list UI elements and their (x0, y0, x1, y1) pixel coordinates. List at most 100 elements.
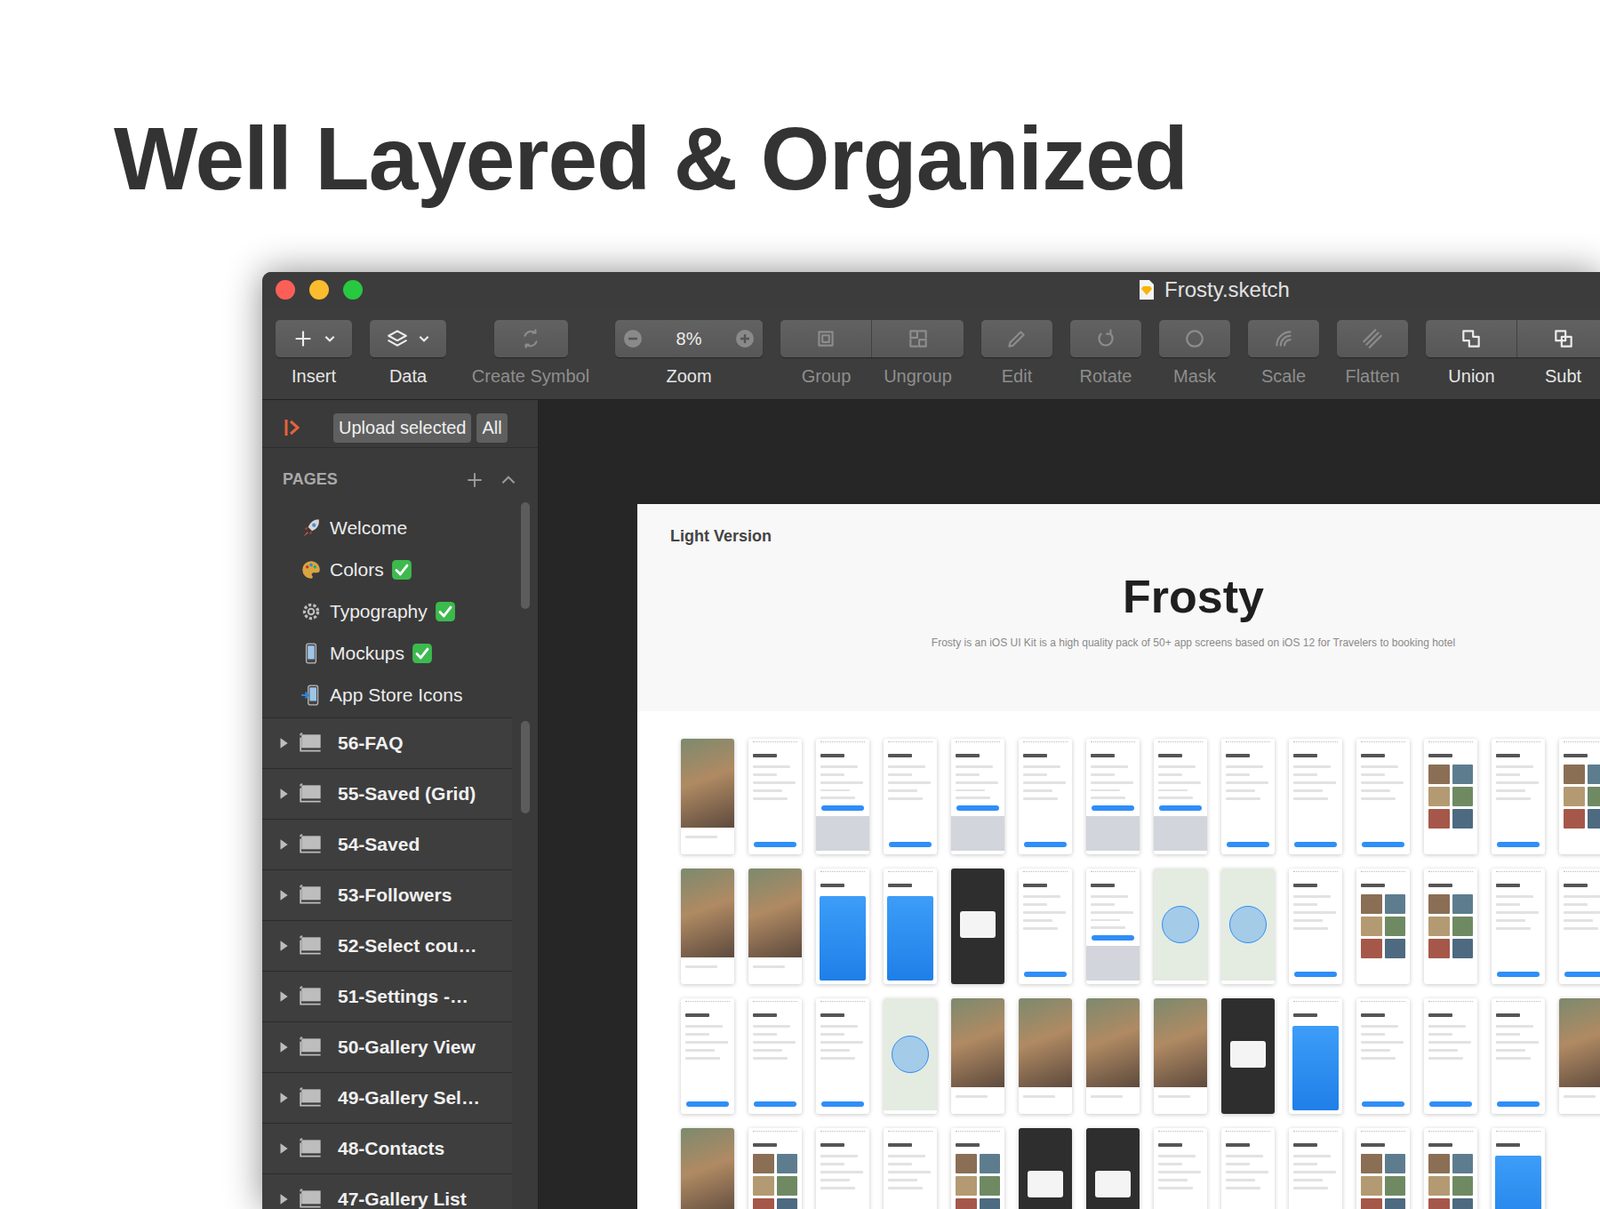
screen-thumbnail[interactable] (1086, 1128, 1140, 1209)
close-button[interactable] (275, 280, 296, 300)
screen-thumbnail[interactable] (1018, 738, 1072, 855)
screen-thumbnail[interactable] (1153, 738, 1208, 855)
layers-scrollbar[interactable] (512, 717, 538, 1209)
disclosure-triangle-icon[interactable] (277, 736, 290, 750)
disclosure-triangle-icon[interactable] (277, 990, 290, 1003)
screen-thumbnail[interactable] (1356, 998, 1410, 1114)
layer-row[interactable]: 51-Settings -… (262, 971, 512, 1023)
screen-thumbnail[interactable] (1491, 998, 1545, 1114)
toolbar-button[interactable] (1425, 320, 1518, 358)
toolbar-button[interactable] (369, 320, 447, 358)
toolbar-item[interactable]: Flatten (1336, 320, 1408, 387)
screen-thumbnail[interactable] (816, 868, 870, 984)
toolbar-button[interactable] (275, 320, 352, 358)
disclosure-triangle-icon[interactable] (277, 787, 290, 800)
plugin-button[interactable]: Upload selected (333, 413, 472, 443)
screen-thumbnail[interactable] (883, 738, 937, 855)
screen-thumbnail[interactable] (1356, 1128, 1410, 1209)
screen-thumbnail[interactable] (1086, 998, 1140, 1114)
screen-thumbnail[interactable] (1424, 868, 1478, 984)
screen-thumbnail[interactable] (1288, 998, 1343, 1114)
screen-thumbnail[interactable] (1221, 738, 1275, 855)
disclosure-triangle-icon[interactable] (277, 939, 290, 952)
screen-thumbnail[interactable] (1221, 998, 1275, 1114)
screen-thumbnail[interactable] (951, 738, 1005, 855)
screen-thumbnail[interactable] (1288, 868, 1343, 984)
toolbar-button[interactable] (1517, 320, 1600, 358)
toolbar-item[interactable]: Scale (1248, 320, 1320, 387)
page-item[interactable]: Welcome (262, 506, 512, 549)
zoom-button[interactable] (343, 280, 363, 300)
screen-thumbnail[interactable] (1086, 868, 1140, 984)
zoom-out-icon[interactable] (622, 328, 644, 350)
artboard[interactable]: Light VersionFrostyFrosty is an iOS UI K… (637, 504, 1600, 1209)
layer-row[interactable]: 47-Gallery List (262, 1174, 512, 1209)
screen-thumbnail[interactable] (1356, 738, 1410, 855)
zoom-in-icon[interactable] (734, 328, 756, 350)
layer-row[interactable]: 56-FAQ (262, 718, 512, 769)
screen-thumbnail[interactable] (1153, 1128, 1208, 1209)
screen-thumbnail[interactable] (883, 998, 937, 1114)
screen-thumbnail[interactable] (951, 998, 1005, 1114)
screen-thumbnail[interactable] (883, 868, 937, 984)
screen-thumbnail[interactable] (1018, 998, 1072, 1114)
page-item[interactable]: Typography (262, 590, 512, 632)
page-item[interactable]: Mockups (262, 632, 512, 674)
screen-thumbnail[interactable] (1018, 1128, 1072, 1209)
screen-thumbnail[interactable] (951, 1128, 1005, 1209)
toolbar-button[interactable] (1070, 320, 1142, 358)
screen-thumbnail[interactable] (1424, 998, 1478, 1114)
screen-thumbnail[interactable] (883, 1128, 937, 1209)
screen-thumbnail[interactable] (951, 868, 1005, 984)
layer-row[interactable]: 52-Select cou… (262, 920, 512, 972)
screen-thumbnail[interactable] (1491, 738, 1545, 855)
screen-thumbnail[interactable] (1559, 868, 1600, 984)
disclosure-triangle-icon[interactable] (277, 1040, 290, 1054)
layer-row[interactable]: 49-Gallery Sel… (262, 1072, 512, 1124)
screen-thumbnail[interactable] (1086, 738, 1140, 855)
screen-thumbnail[interactable] (1491, 868, 1545, 984)
screen-thumbnail[interactable] (1153, 998, 1208, 1114)
zoom-control[interactable]: 8% (615, 320, 763, 358)
toolbar-item[interactable]: Create Symbol (464, 320, 598, 387)
scroll-thumb[interactable] (520, 502, 530, 609)
minimize-button[interactable] (309, 280, 329, 300)
add-page-icon[interactable] (464, 470, 485, 490)
screen-thumbnail[interactable] (680, 738, 735, 855)
toolbar-item[interactable]: Group (780, 320, 872, 387)
screen-thumbnail[interactable] (748, 1128, 802, 1209)
layer-row[interactable]: 54-Saved (262, 819, 512, 871)
toolbar-button[interactable] (494, 320, 568, 358)
toolbar-item[interactable]: 8%Zoom (615, 320, 763, 387)
screen-thumbnail[interactable] (748, 738, 802, 855)
toolbar-button[interactable] (872, 320, 964, 358)
layer-row[interactable]: 53-Followers (262, 870, 512, 921)
disclosure-triangle-icon[interactable] (277, 1091, 290, 1104)
screen-thumbnail[interactable] (1153, 868, 1208, 984)
screen-thumbnail[interactable] (680, 868, 735, 984)
disclosure-triangle-icon[interactable] (277, 1192, 290, 1206)
page-item[interactable]: Colors (262, 548, 512, 591)
screen-thumbnail[interactable] (680, 1128, 735, 1209)
screen-thumbnail[interactable] (1491, 1128, 1545, 1209)
screen-thumbnail[interactable] (1356, 868, 1410, 984)
disclosure-triangle-icon[interactable] (277, 1142, 290, 1155)
screen-thumbnail[interactable] (1424, 1128, 1478, 1209)
screen-thumbnail[interactable] (1559, 998, 1600, 1114)
screen-thumbnail[interactable] (1424, 738, 1478, 855)
toolbar-button[interactable] (1248, 320, 1320, 358)
screen-thumbnail[interactable] (1018, 868, 1072, 984)
disclosure-triangle-icon[interactable] (277, 888, 290, 902)
page-item[interactable]: App Store Icons (262, 673, 512, 716)
toolbar-item[interactable]: Subt (1517, 320, 1600, 387)
screen-thumbnail[interactable] (1288, 738, 1343, 855)
toolbar-button[interactable] (981, 320, 1053, 358)
collapse-icon[interactable] (498, 470, 519, 490)
layer-row[interactable]: 50-Gallery View (262, 1022, 512, 1073)
screen-thumbnail[interactable] (748, 868, 802, 984)
layer-row[interactable]: 55-Saved (Grid) (262, 768, 512, 820)
screen-thumbnail[interactable] (816, 1128, 870, 1209)
toolbar-item[interactable]: Ungroup (872, 320, 964, 387)
toolbar-item[interactable]: Rotate (1070, 320, 1142, 387)
screen-thumbnail[interactable] (816, 998, 870, 1114)
